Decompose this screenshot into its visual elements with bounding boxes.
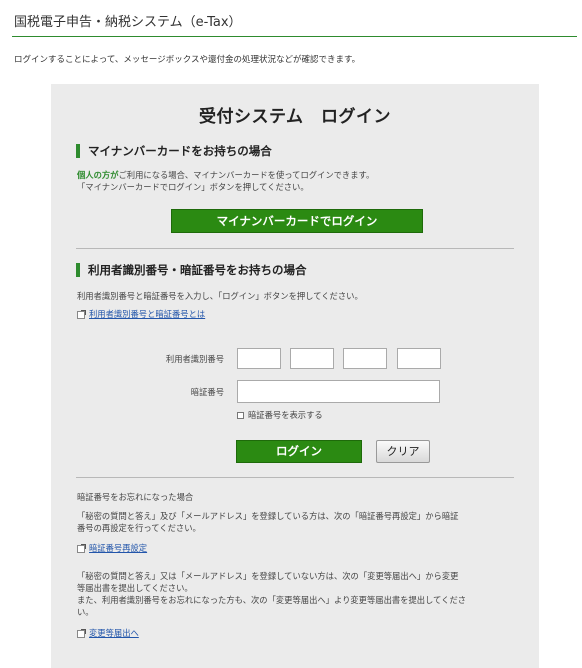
mynumber-login-button[interactable]: マイナンバーカードでログイン — [171, 209, 423, 233]
userid-note: 利用者識別番号と暗証番号を入力し、「ログイン」ボタンを押してください。 — [77, 291, 363, 301]
forgot-para2-line1: 「秘密の質問と答え」又は「メールアドレス」を登録していない方は、次の「変更等届出… — [77, 571, 459, 581]
forgot-para1-line1: 「秘密の質問と答え」及び「メールアドレス」を登録している方は、次の「暗証番号再設… — [77, 511, 459, 521]
password-label: 暗証番号 — [190, 387, 224, 397]
userid-field-1[interactable] — [237, 348, 281, 369]
userid-help-link[interactable]: 利用者識別番号と暗証番号とは — [89, 309, 205, 319]
mynumber-note-rest: ご利用になる場合、マイナンバーカードを使ってログインできます。 — [118, 170, 375, 180]
mynumber-note-line2: 「マイナンバーカードでログイン」ボタンを押してください。 — [77, 182, 309, 192]
forgot-para1-line2: 番号の再設定を行ってください。 — [77, 523, 201, 533]
userid-field-4[interactable] — [397, 348, 441, 369]
clear-button[interactable]: クリア — [376, 440, 430, 463]
reset-link-row: 暗証番号再設定 — [77, 542, 147, 554]
checkbox-icon[interactable] — [237, 412, 244, 419]
help-link-row: 利用者識別番号と暗証番号とは — [77, 308, 205, 320]
header-divider — [12, 36, 577, 37]
mynumber-section-heading: マイナンバーカードをお持ちの場合 — [76, 144, 272, 158]
userid-field-3[interactable] — [343, 348, 387, 369]
mynumber-note: 個人の方がご利用になる場合、マイナンバーカードを使ってログインできます。 — [77, 169, 374, 181]
show-password-label: 暗証番号を表示する — [248, 410, 323, 420]
mynumber-note-accent: 個人の方が — [77, 170, 119, 180]
userid-field-2[interactable] — [290, 348, 334, 369]
forgot-para2-line4: い。 — [77, 607, 94, 617]
forgot-para2-line2: 等届出書を提出してください。 — [77, 583, 193, 593]
section-divider — [76, 248, 514, 249]
external-link-icon — [77, 309, 86, 319]
change-link-row: 変更等届出へ — [77, 627, 139, 639]
userid-label: 利用者識別番号 — [165, 354, 224, 364]
password-reset-link[interactable]: 暗証番号再設定 — [89, 543, 147, 553]
userid-section-heading: 利用者識別番号・暗証番号をお持ちの場合 — [76, 263, 307, 277]
login-button[interactable]: ログイン — [236, 440, 362, 463]
show-password-toggle[interactable]: 暗証番号を表示する — [237, 409, 323, 421]
panel-title: 受付システム ログイン — [199, 107, 391, 127]
change-notification-link[interactable]: 変更等届出へ — [89, 628, 139, 638]
forgot-title: 暗証番号をお忘れになった場合 — [77, 492, 194, 502]
external-link-icon — [77, 628, 86, 638]
external-link-icon — [77, 543, 86, 553]
page-header-title: 国税電子申告・納税システム（e-Tax） — [14, 15, 242, 30]
login-panel: 受付システム ログイン マイナンバーカードをお持ちの場合 個人の方がご利用になる… — [51, 84, 539, 668]
forgot-para2-line3: また、利用者識別番号をお忘れになった方も、次の「変更等届出へ」より変更等届出書を… — [77, 595, 467, 605]
section-divider — [76, 477, 514, 478]
intro-text: ログインすることによって、メッセージボックスや還付金の処理状況などが確認できます… — [14, 55, 361, 65]
password-field[interactable] — [237, 380, 440, 403]
